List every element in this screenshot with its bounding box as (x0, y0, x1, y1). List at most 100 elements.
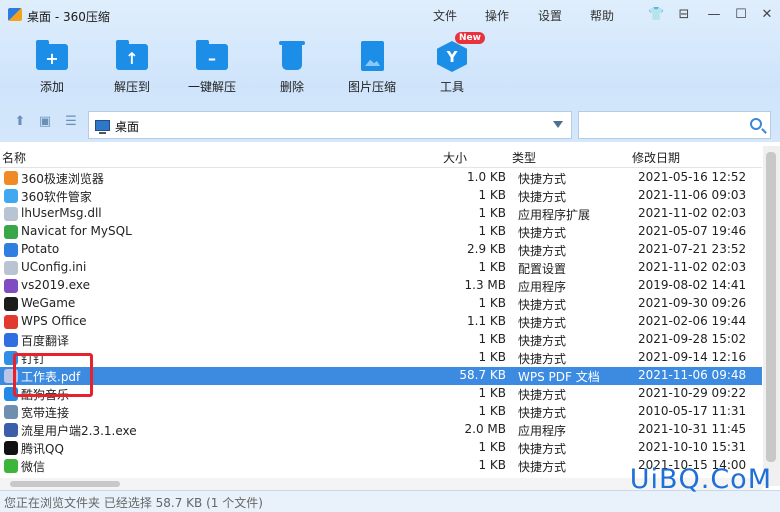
file-row[interactable]: 酷狗音乐 1 KB 快捷方式 2021-10-29 09:22 (0, 385, 762, 403)
path-text: 桌面 (115, 120, 140, 134)
file-date: 2021-02-06 19:44 (638, 314, 747, 328)
file-type: 快捷方式 (518, 406, 567, 420)
file-size: 1.1 KB (467, 314, 506, 328)
file-row[interactable]: 工作表.pdf 58.7 KB WPS PDF 文档 2021-11-06 09:48 (0, 367, 762, 385)
file-size: 1 KB (478, 296, 506, 310)
thumbnail-view-icon[interactable]: ▣ (37, 114, 53, 130)
extract-to-button[interactable]: ↑ 解压到 (97, 40, 167, 96)
column-type[interactable]: 类型 (512, 149, 536, 166)
file-row[interactable]: WPS Office 1.1 KB 快捷方式 2021-02-06 19:44 (0, 313, 762, 331)
one-click-extract-label: 一键解压 (187, 80, 236, 94)
maximize-icon[interactable]: ☐ (733, 7, 749, 23)
vertical-scroll-thumb[interactable] (766, 152, 776, 462)
file-size: 2.9 KB (467, 242, 506, 256)
file-date: 2021-11-02 02:03 (638, 260, 747, 274)
menu-settings[interactable]: 设置 (538, 7, 562, 24)
file-type: 快捷方式 (518, 388, 567, 402)
file-row[interactable]: 百度翻译 1 KB 快捷方式 2021-09-28 15:02 (0, 331, 762, 349)
path-combobox[interactable]: 桌面 (88, 111, 572, 139)
file-type: 应用程序扩展 (518, 208, 591, 222)
image-compress-label: 图片压缩 (347, 80, 396, 94)
file-row[interactable]: UConfig.ini 1 KB 配置设置 2021-11-02 02:03 (0, 259, 762, 277)
file-name: 百度翻译 (21, 334, 70, 348)
close-icon[interactable]: ✕ (759, 7, 775, 23)
file-name: 360软件管家 (21, 190, 92, 204)
file-list: 360极速浏览器 1.0 KB 快捷方式 2021-05-16 12:52 360软件管… (0, 169, 762, 475)
file-row[interactable]: 宽带连接 1 KB 快捷方式 2010-05-17 11:31 (0, 403, 762, 421)
top-panel: 桌面 - 360压缩 文件 操作 设置 帮助 👕 ⊟ — ☐ ✕ + 添加 ↑ … (0, 0, 780, 142)
column-header: 名称 大小 类型 修改日期 (0, 146, 762, 168)
extract-to-label: 解压到 (113, 80, 150, 94)
search-input[interactable] (578, 111, 771, 139)
file-date: 2021-11-06 09:03 (638, 188, 747, 202)
menu-file[interactable]: 文件 (433, 7, 457, 24)
file-size: 1 KB (478, 206, 506, 220)
file-type: 快捷方式 (518, 442, 567, 456)
delete-label: 删除 (279, 80, 304, 94)
minimize-icon[interactable]: — (706, 7, 722, 23)
file-row[interactable]: 腾讯QQ 1 KB 快捷方式 2021-10-10 15:31 (0, 439, 762, 457)
file-icon (4, 189, 18, 203)
file-icon (4, 459, 18, 473)
add-folder-icon: + (35, 40, 69, 72)
file-icon (4, 171, 18, 185)
file-row[interactable]: 钉钉 1 KB 快捷方式 2021-09-14 12:16 (0, 349, 762, 367)
vertical-scrollbar[interactable] (763, 146, 780, 486)
file-icon (4, 333, 18, 347)
file-size: 1 KB (478, 458, 506, 472)
skin-icon[interactable]: 👕 (648, 7, 664, 23)
feedback-icon[interactable]: ⊟ (676, 7, 692, 23)
file-size: 1 KB (478, 332, 506, 346)
file-row[interactable]: WeGame 1 KB 快捷方式 2021-09-30 09:26 (0, 295, 762, 313)
watermark: UiBQ.CoM (629, 464, 772, 495)
file-row[interactable]: Potato 2.9 KB 快捷方式 2021-07-21 23:52 (0, 241, 762, 259)
file-date: 2021-09-28 15:02 (638, 332, 747, 346)
tools-button[interactable]: Y New 工具 (417, 32, 487, 96)
add-button[interactable]: + 添加 (17, 40, 87, 96)
file-type: WPS PDF 文档 (518, 370, 600, 384)
file-name: UConfig.ini (21, 260, 87, 274)
list-view-icon[interactable]: ☰ (63, 114, 79, 130)
file-date: 2021-05-07 19:46 (638, 224, 747, 238)
window-title: 桌面 - 360压缩 (27, 10, 110, 24)
file-icon (4, 405, 18, 419)
one-click-folder-icon: – (195, 40, 229, 72)
file-row[interactable]: vs2019.exe 1.3 MB 应用程序 2019-08-02 14:41 (0, 277, 762, 295)
file-type: 配置设置 (518, 262, 567, 276)
file-type: 快捷方式 (518, 460, 567, 474)
up-arrow-icon[interactable]: ⬆ (12, 114, 28, 130)
delete-button[interactable]: 删除 (257, 40, 327, 96)
menu-help[interactable]: 帮助 (590, 7, 614, 24)
file-size: 1 KB (478, 188, 506, 202)
file-icon (4, 315, 18, 329)
search-icon[interactable] (750, 118, 762, 130)
column-modified[interactable]: 修改日期 (632, 149, 680, 166)
file-type: 快捷方式 (518, 172, 567, 186)
horizontal-scroll-thumb[interactable] (10, 481, 120, 487)
file-type: 快捷方式 (518, 316, 567, 330)
column-size[interactable]: 大小 (443, 149, 467, 166)
file-icon (4, 243, 18, 257)
file-date: 2021-11-02 02:03 (638, 206, 747, 220)
file-row[interactable]: 流星用户端2.3.1.exe 2.0 MB 应用程序 2021-10-31 11:45 (0, 421, 762, 439)
file-size: 1 KB (478, 224, 506, 238)
file-row[interactable]: Navicat for MySQL 1 KB 快捷方式 2021-05-07 19:4… (0, 223, 762, 241)
file-row[interactable]: lhUserMsg.dll 1 KB 应用程序扩展 2021-11-02 02:03 (0, 205, 762, 223)
new-badge: New (455, 32, 485, 44)
column-name[interactable]: 名称 (2, 149, 26, 166)
file-row[interactable]: 360极速浏览器 1.0 KB 快捷方式 2021-05-16 12:52 (0, 169, 762, 187)
dropdown-arrow-icon[interactable] (553, 121, 563, 128)
file-name: 微信 (21, 460, 46, 474)
file-row[interactable]: 360软件管家 1 KB 快捷方式 2021-11-06 09:03 (0, 187, 762, 205)
file-size: 1 KB (478, 404, 506, 418)
file-type: 快捷方式 (518, 190, 567, 204)
menu-operation[interactable]: 操作 (485, 7, 509, 24)
image-compress-button[interactable]: 图片压缩 (337, 40, 407, 96)
file-icon (4, 225, 18, 239)
one-click-extract-button[interactable]: – 一键解压 (177, 40, 247, 96)
file-type: 应用程序 (518, 424, 567, 438)
tools-hex-icon: Y New (435, 32, 485, 72)
file-size: 1 KB (478, 440, 506, 454)
file-name: 宽带连接 (21, 406, 70, 420)
file-name: 流星用户端2.3.1.exe (21, 424, 137, 438)
